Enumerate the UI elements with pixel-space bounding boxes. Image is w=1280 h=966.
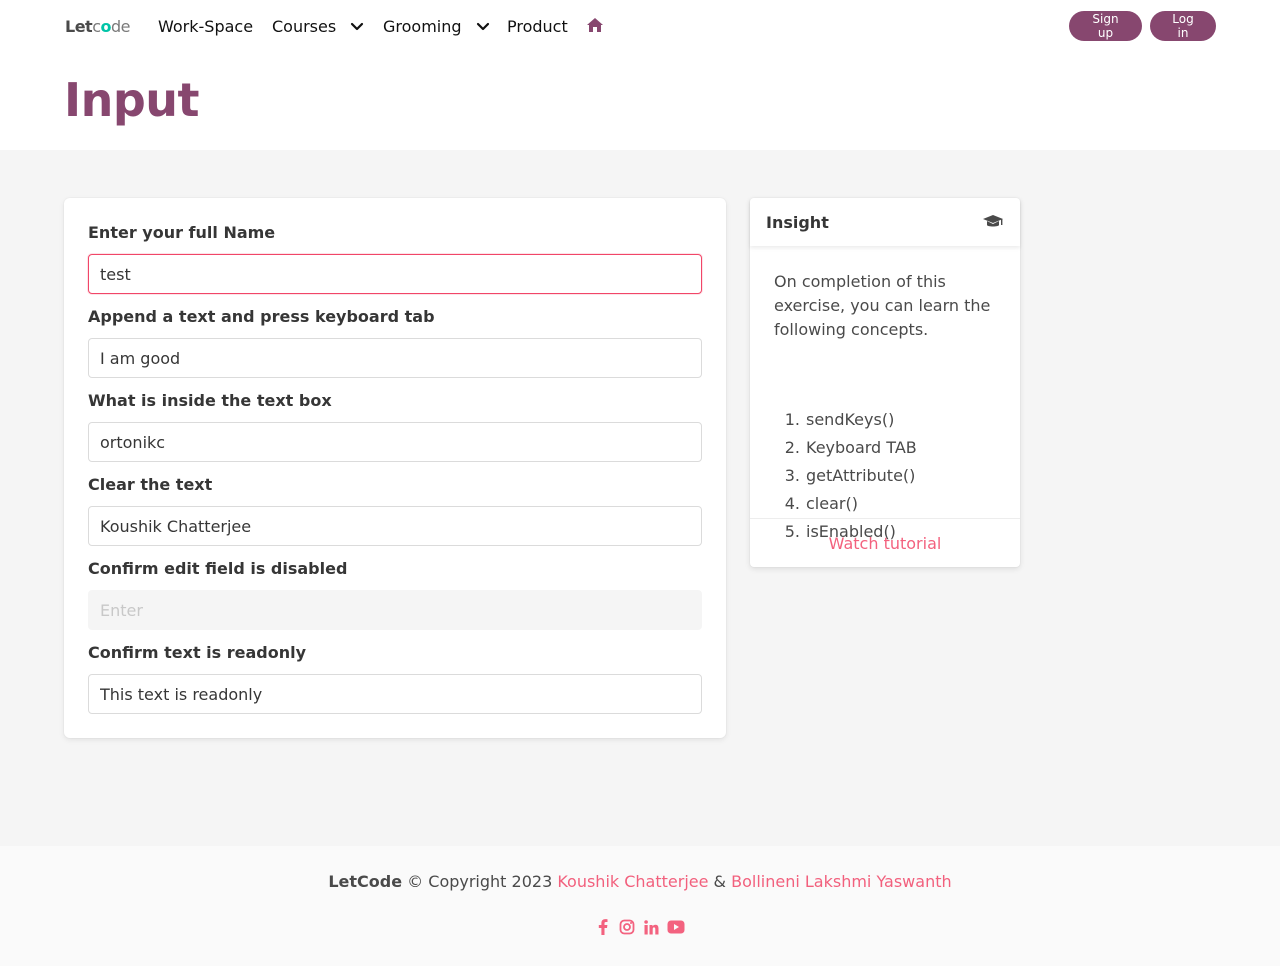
- append-text-input[interactable]: [88, 338, 702, 378]
- navbar: Let c o de Work-Space Courses Grooming Prod…: [0, 0, 1280, 52]
- nav-item-label: Product: [507, 16, 568, 36]
- nav-item-grooming[interactable]: Grooming: [383, 15, 490, 37]
- list-item: 1. sendKeys(): [784, 410, 895, 429]
- social-links: [0, 918, 1280, 940]
- logo-text-o: o: [100, 16, 112, 36]
- chevron-down-icon: [476, 22, 489, 31]
- inside-text-input[interactable]: [88, 422, 702, 462]
- nav-item-courses[interactable]: Courses: [272, 15, 364, 37]
- watch-tutorial-link[interactable]: Watch tutorial: [829, 534, 942, 553]
- insight-footer: Watch tutorial: [750, 518, 1020, 567]
- nav-item-work-space[interactable]: Work-Space: [158, 15, 253, 37]
- graduation-cap-icon: [983, 215, 1003, 227]
- insight-card: Insight On completion of this exercise, …: [750, 198, 1020, 567]
- login-button[interactable]: Log in: [1150, 11, 1216, 41]
- field-label-readonly: Confirm text is readonly: [88, 643, 307, 662]
- field-label-inside-text: What is inside the text box: [88, 391, 332, 410]
- nav-item-label: Grooming: [383, 16, 462, 36]
- logo-text-let: Let: [65, 16, 93, 36]
- home-icon[interactable]: [586, 17, 604, 33]
- logo-text-de: de: [111, 16, 131, 36]
- main-section: Enter your full Name Append a text and p…: [0, 150, 1280, 846]
- list-item: 2. Keyboard TAB: [784, 438, 917, 457]
- facebook-icon[interactable]: [595, 918, 611, 936]
- list-item: 3. getAttribute(): [784, 466, 916, 485]
- insight-description: On completion of this exercise, you can …: [774, 272, 991, 339]
- field-label-full-name: Enter your full Name: [88, 223, 276, 242]
- list-item: 4. clear(): [784, 494, 858, 513]
- clear-text-input[interactable]: [88, 506, 702, 546]
- linkedin-icon[interactable]: [643, 918, 659, 936]
- chevron-down-icon: [351, 22, 364, 31]
- field-label-append-text: Append a text and press keyboard tab: [88, 307, 435, 326]
- logo[interactable]: Let c o de: [65, 16, 131, 36]
- field-label-clear-text: Clear the text: [88, 475, 213, 494]
- insight-title: Insight: [766, 212, 829, 232]
- instagram-icon[interactable]: [619, 918, 635, 936]
- nav-item-label: Work-Space: [158, 16, 254, 36]
- field-label-disabled: Confirm edit field is disabled: [88, 559, 348, 578]
- logo-text-c: c: [92, 16, 101, 36]
- page-title: Input: [64, 73, 200, 127]
- footer: LetCode © Copyright 2023 Koushik Chatter…: [0, 846, 1280, 966]
- footer-copyright: LetCode © Copyright 2023 Koushik Chatter…: [0, 870, 1280, 894]
- readonly-input[interactable]: [88, 674, 702, 714]
- full-name-input[interactable]: [88, 254, 702, 294]
- youtube-icon[interactable]: [667, 918, 685, 936]
- signup-button[interactable]: Sign up: [1069, 11, 1142, 41]
- nav-item-label: Courses: [272, 16, 337, 36]
- author-link-koushik[interactable]: Koushik Chatterjee: [557, 872, 708, 891]
- footer-copyright-text: © Copyright 2023: [402, 872, 558, 891]
- insight-header: Insight: [750, 198, 1020, 246]
- footer-amp: &: [708, 872, 732, 891]
- nav-item-product[interactable]: Product: [507, 15, 568, 37]
- author-link-bollineni[interactable]: Bollineni Lakshmi Yaswanth: [731, 872, 952, 891]
- disabled-input: [88, 590, 702, 630]
- input-form-card: Enter your full Name Append a text and p…: [64, 198, 726, 738]
- footer-brand: LetCode: [328, 872, 403, 891]
